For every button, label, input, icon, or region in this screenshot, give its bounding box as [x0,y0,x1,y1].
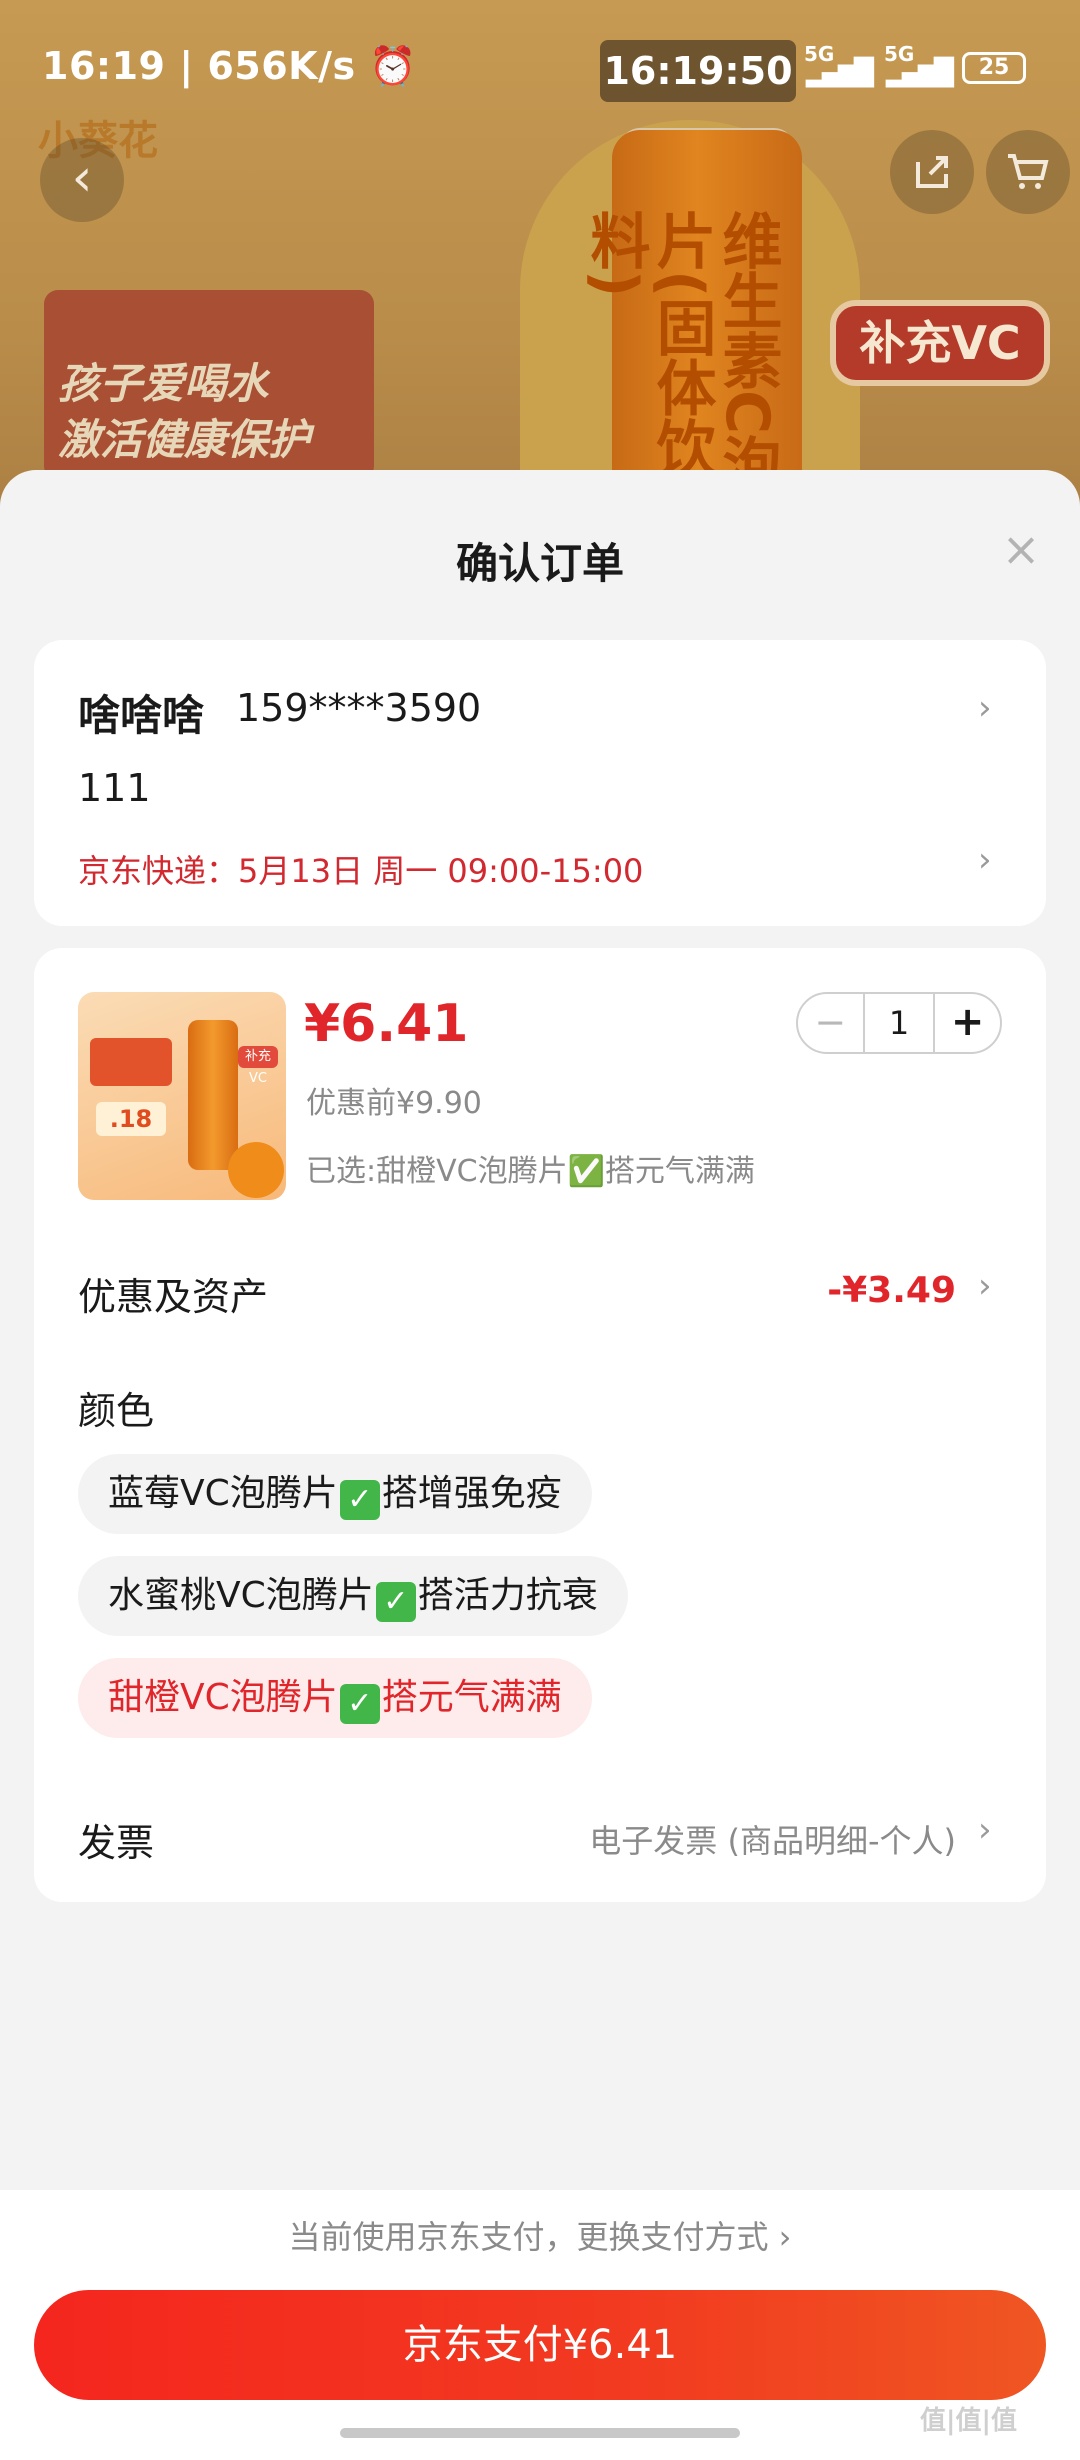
color-option-label: 甜橙VC泡腾片 [108,1677,338,1718]
thumbnail-price-tag: .18 [96,1102,166,1136]
decrease-button[interactable]: − [798,994,863,1052]
selected-variant: 已选:甜橙VC泡腾片✅搭元气满满 [306,1154,755,1189]
delivery-time[interactable]: 京东快递：5月13日 周一 09:00-15:00 [78,846,643,892]
quantity-stepper: − 1 + [796,992,1002,1054]
promo-banner-text: 孩子爱喝水 激活健康保护 [58,356,388,468]
thumbnail-promo-tag [90,1038,172,1086]
discount-chevron-icon[interactable]: › [978,1266,992,1306]
address-detail: 111 [78,766,151,810]
quantity-value[interactable]: 1 [862,994,936,1052]
original-price: 优惠前¥9.90 [306,1086,482,1121]
invoice-chevron-icon[interactable]: › [978,1810,992,1850]
color-option-peach[interactable]: 水蜜桃VC泡腾片 ✓ 搭活力抗衰 [78,1556,628,1636]
watermark: 值|值|值 [920,2406,1017,2436]
thumbnail-vc-badge: 补充VC [238,1046,278,1086]
sheet-title: 确认订单 [455,539,624,588]
color-option-orange[interactable]: 甜橙VC泡腾片 ✓ 搭元气满满 [78,1658,592,1738]
back-arrow-icon[interactable]: ‹ [40,138,124,222]
color-option-sublabel: 搭增强免疫 [381,1473,562,1514]
product-price: ¥6.41 [304,994,469,1054]
color-label: 颜色 [78,1389,155,1433]
alarm-icon: ⏰ [369,44,418,88]
address-chevron-icon[interactable]: › [978,688,992,728]
product-card: 补充VC .18 ¥6.41 优惠前¥9.90 已选:甜橙VC泡腾片✅搭元气满满… [34,948,1046,1902]
signal-icon-1: ▂▄▆█ [806,58,874,88]
invoice-label[interactable]: 发票 [78,1812,154,1867]
network-speed: 656K/s [207,44,356,88]
floating-clock: 16:19:50 [600,40,796,102]
home-indicator[interactable] [340,2428,740,2438]
pay-button[interactable]: 京东支付¥6.41 [34,2290,1046,2400]
discount-label[interactable]: 优惠及资产 [78,1266,268,1321]
confirm-order-sheet: 确认订单 × 啥啥啥 159****3590 › 111 京东快递：5月13日 … [0,470,1080,2460]
color-option-label: 水蜜桃VC泡腾片 [108,1575,374,1616]
thumbnail-orange [228,1142,284,1198]
thumbnail-can [188,1020,238,1170]
battery-icon: 25 [962,52,1026,84]
color-option-blueberry[interactable]: 蓝莓VC泡腾片 ✓ 搭增强免疫 [78,1454,592,1534]
product-thumbnail: 补充VC .18 [78,992,286,1200]
promo-line-2: 激活健康保护 [58,415,311,464]
invoice-value[interactable]: 电子发票 (商品明细-个人) [589,1816,956,1862]
supplement-vc-badge: 补充VC [830,300,1050,386]
checkmark-icon: ✓ [375,1582,416,1622]
signal-icon-2: ▂▄▆█ [886,58,954,88]
color-option-sublabel: 搭活力抗衰 [417,1575,598,1616]
checkmark-icon: ✓ [339,1480,380,1520]
status-divider: | [179,44,208,88]
address-card[interactable]: 啥啥啥 159****3590 › 111 京东快递：5月13日 周一 09:0… [34,640,1046,926]
payment-area: 当前使用京东支付，更换支付方式 › 京东支付¥6.41 值|值|值 [0,2190,1080,2460]
close-icon[interactable]: × [996,524,1046,574]
delivery-chevron-icon[interactable]: › [978,840,992,880]
recipient-phone: 159****3590 [236,686,482,730]
color-option-sublabel: 搭元气满满 [381,1677,562,1718]
increase-button[interactable]: + [935,994,1000,1052]
discount-value[interactable]: -¥3.49 [827,1270,956,1311]
color-option-label: 蓝莓VC泡腾片 [108,1473,338,1514]
promo-line-1: 孩子爱喝水 [58,359,269,408]
status-time-speed: 16:19 | 656K/s ⏰ [42,44,417,89]
status-bar: 16:19 | 656K/s ⏰ 16:19:50 5G ▂▄▆█ 5G ▂▄▆… [0,0,1080,130]
checkmark-icon: ✓ [339,1684,380,1724]
recipient-name: 啥啥啥 [78,691,205,740]
status-time: 16:19 [42,44,166,88]
cart-icon[interactable] [986,130,1070,214]
change-payment-link[interactable]: 当前使用京东支付，更换支付方式 › [0,2212,1080,2258]
share-icon[interactable] [890,130,974,214]
